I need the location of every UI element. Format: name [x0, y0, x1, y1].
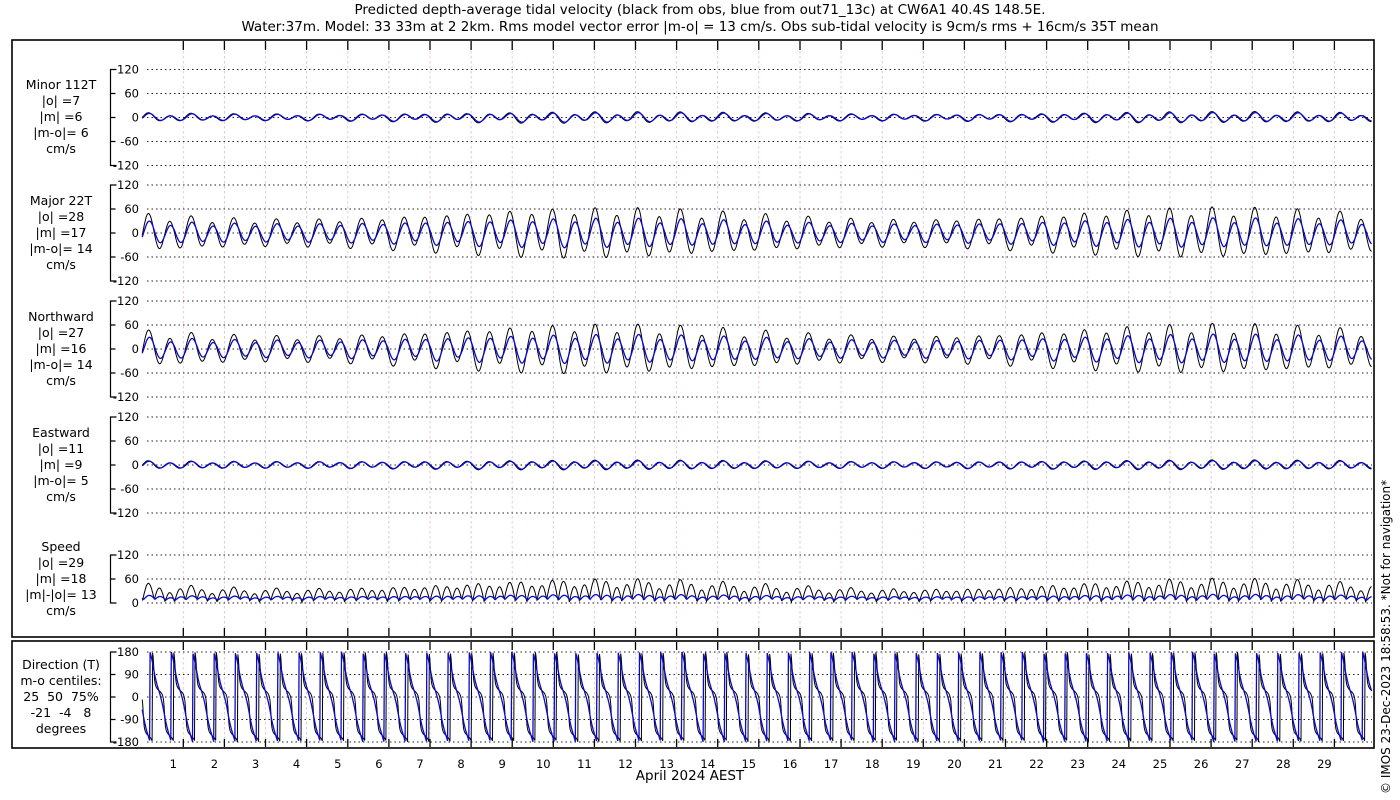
series-model-minor: [141, 111, 1372, 123]
y-axis-bracket-direction: [109, 651, 117, 743]
credit-vertical-text: © IMOS 23-Dec-2023 18:58:53. *Not for na…: [1379, 479, 1393, 794]
y-tick-label-north: 60: [124, 318, 139, 332]
y-axis-bracket-east: [109, 416, 117, 514]
panel-label-major: Major 22T |o| =28 |m| =17 |m-o|= 14 cm/s: [12, 193, 110, 273]
panel-label-line: -21 -4 8: [30, 705, 92, 720]
y-tick-label-major: 0: [132, 226, 139, 240]
panel-label-line: |m| =6: [39, 109, 83, 124]
y-tick-label-direction: -180: [113, 735, 139, 749]
panel-label-line: |o| =11: [37, 441, 85, 456]
y-axes: 120 60 0 -60 -120 120 60 0 -60 -120 120 60 0 -60 -120 1…: [109, 63, 1372, 749]
panel-series-north: [141, 322, 1373, 375]
panel-label-line: |o| =28: [37, 209, 85, 224]
panel-label-line: |o| =7: [41, 93, 81, 108]
y-tick-label-east: -60: [120, 482, 139, 496]
panel-label-line: cm/s: [46, 603, 76, 618]
panel-label-line: m-o centiles:: [20, 673, 102, 688]
y-tick-label-major: 120: [117, 178, 139, 192]
y-tick-label-direction: 0: [132, 690, 139, 704]
series-model-major: [141, 217, 1373, 249]
y-tick-label-direction: 90: [124, 668, 139, 682]
panel-label-speed: Speed |o| =29 |m| =18 |m|-|o|= 13 cm/s: [12, 539, 110, 619]
y-axis-bracket-north: [109, 300, 117, 398]
series-model-east: [141, 460, 1372, 470]
y-tick-label-north: -60: [120, 366, 139, 380]
y-tick-label-minor: 60: [124, 87, 139, 101]
y-tick-label-east: 60: [124, 434, 139, 448]
panel-label-line: |m|-|o|= 13: [25, 587, 97, 602]
y-tick-label-north: -120: [113, 390, 139, 404]
y-axis-bracket-major: [109, 184, 117, 282]
series-model-north: [141, 333, 1373, 365]
panel-label-line: |m| =17: [35, 225, 87, 240]
panel-label-line: |m-o|= 14: [29, 357, 93, 372]
y-tick-label-north: 120: [117, 294, 139, 308]
panel-label-line: cm/s: [46, 141, 76, 156]
panel-label-line: |m| =16: [35, 341, 87, 356]
y-tick-label-north: 0: [132, 342, 139, 356]
panel-label-line: Northward: [28, 309, 94, 324]
panel-label-line: |m-o|= 6: [33, 125, 89, 140]
panel-label-line: |o| =29: [37, 555, 85, 570]
y-tick-label-speed: 60: [124, 572, 139, 586]
y-tick-label-speed: 0: [132, 596, 139, 610]
panel-label-north: Northward |o| =27 |m| =16 |m-o|= 14 cm/s: [12, 309, 110, 389]
panel-label-line: Direction (T): [22, 657, 100, 672]
panel-series-speed: [141, 577, 1372, 604]
y-tick-label-east: 0: [132, 458, 139, 472]
panel-label-line: cm/s: [46, 257, 76, 272]
panel-label-line: |m-o|= 5: [33, 473, 89, 488]
panel-series-major: [141, 206, 1373, 259]
y-tick-label-minor: 0: [132, 111, 139, 125]
panel-label-line: |m| =18: [35, 571, 87, 586]
y-axis-bracket-minor: [109, 68, 117, 167]
y-tick-label-minor: 120: [117, 63, 139, 77]
panel-label-line: degrees: [35, 721, 87, 736]
tidal-chart-canvas: 120 60 0 -60 -120 120 60 0 -60 -120 120 60 0 -60 -120 1…: [11, 39, 1375, 771]
panel-label-line: 25 50 75%: [23, 689, 99, 704]
tidal-velocity-figure: Predicted depth-average tidal velocity (…: [0, 0, 1400, 800]
panel-label-line: cm/s: [46, 373, 76, 388]
y-tick-label-minor: -60: [120, 135, 139, 149]
panel-label-line: Eastward: [32, 425, 90, 440]
panel-label-direction: Direction (T) m-o centiles: 25 50 75% -21 -…: [12, 657, 110, 737]
panel-label-line: Minor 112T: [25, 77, 97, 92]
panel-label-line: |m-o|= 14: [29, 241, 93, 256]
y-tick-label-direction: -90: [120, 713, 139, 727]
y-tick-label-major: 60: [124, 202, 139, 216]
panel-label-line: Major 22T: [29, 193, 93, 208]
panel-label-line: |o| =27: [37, 325, 85, 340]
panel-series-minor: [141, 110, 1372, 124]
panel-label-line: Speed: [41, 539, 81, 554]
panel-label-east: Eastward |o| =11 |m| =9 |m-o|= 5 cm/s: [12, 425, 110, 505]
y-tick-label-speed: 120: [117, 548, 139, 562]
y-tick-label-direction: 180: [117, 645, 139, 659]
panel-label-line: cm/s: [46, 489, 76, 504]
y-tick-label-east: 120: [117, 410, 139, 424]
x-axis-caption: April 2024 AEST: [635, 768, 745, 784]
y-tick-label-minor: -120: [113, 159, 139, 173]
y-axis-bracket-speed: [109, 554, 117, 604]
y-tick-label-east: -120: [113, 506, 139, 520]
y-tick-label-major: -60: [120, 250, 139, 264]
y-tick-label-major: -120: [113, 274, 139, 288]
panel-label-minor: Minor 112T |o| =7 |m| =6 |m-o|= 6 cm/s: [12, 77, 110, 157]
panel-label-line: |m| =9: [39, 457, 83, 472]
panel-series-east: [141, 459, 1372, 471]
